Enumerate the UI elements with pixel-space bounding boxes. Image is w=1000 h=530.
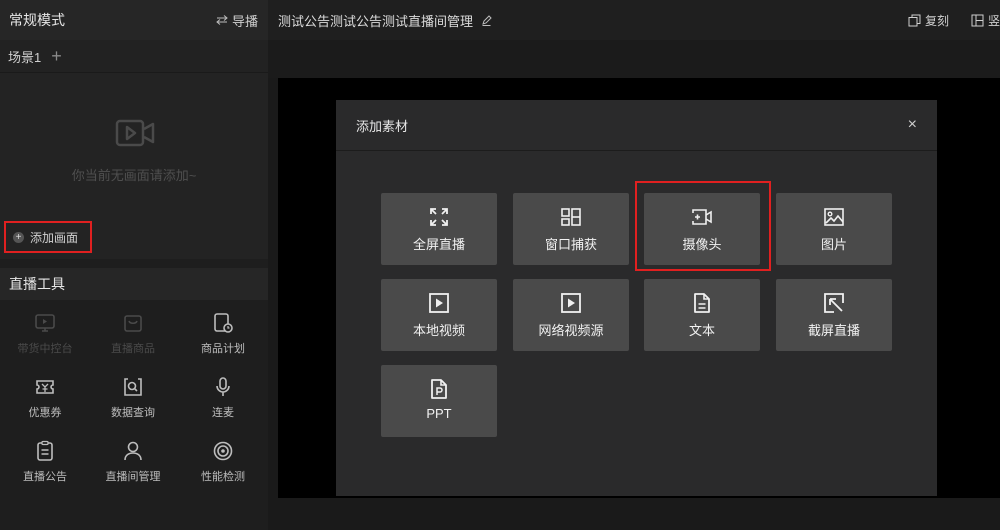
microphone-icon [216,377,230,396]
material-screenshot-live[interactable]: 截屏直播 [776,279,892,351]
material-window-capture[interactable]: 窗口捕获 [513,193,629,265]
tool-label: 直播公告 [23,471,67,483]
dialog-header: 添加素材 × [336,100,937,151]
material-image[interactable]: 图片 [776,193,892,265]
local-video-icon [429,293,449,313]
tool-data-query[interactable]: 数据查询 [88,370,178,428]
copy-label: 复刻 [925,14,950,28]
material-text[interactable]: 文本 [644,279,760,351]
vertical-button[interactable]: 竖 [971,12,1000,29]
video-placeholder-icon [115,119,155,147]
add-material-dialog: 添加素材 × 全屏直播 窗口捕获 摄像头 图片 本地视频 网络视频源 文本 截屏… [336,100,937,496]
swap-icon [216,15,228,25]
material-label: 文本 [688,323,715,338]
coupon-icon [36,380,54,394]
tool-live-notice[interactable]: 直播公告 [0,434,90,492]
scene-tab-1[interactable]: 场景1 [8,47,41,66]
material-label: 全屏直播 [412,237,465,252]
material-label: 图片 [820,237,847,252]
tool-coupon[interactable]: 优惠券 [0,370,90,428]
plan-icon [214,313,233,333]
copy-button[interactable]: 复刻 [908,12,949,29]
scene-canvas-list: 你当前无画面请添加~ + 添加画面 [0,73,268,259]
tool-control-console[interactable]: 带货中控台 [0,306,90,364]
user-icon [124,441,142,461]
left-panel: 常规模式 导播 场景1 + 你当前无画面请添加~ + 添加画面 直播工具 带货中… [0,0,268,530]
guide-label: 导播 [231,13,258,29]
edit-pencil-icon[interactable] [481,14,492,26]
empty-state-text: 你当前无画面请添加~ [71,168,197,183]
tool-label: 带货中控台 [17,343,73,355]
tool-live-products[interactable]: 直播商品 [88,306,178,364]
dialog-title: 添加素材 [356,118,409,134]
material-camera[interactable]: 摄像头 [644,193,760,265]
add-canvas-label: 添加画面 [30,230,79,245]
vertical-label: 竖 [988,14,1000,28]
material-ppt[interactable]: PPT [381,365,497,437]
mode-title: 常规模式 [9,12,65,28]
tool-label: 性能检测 [201,471,245,483]
tool-product-plan[interactable]: 商品计划 [178,306,268,364]
material-local-video[interactable]: 本地视频 [381,279,497,351]
tool-performance[interactable]: 性能检测 [178,434,268,492]
material-label: 窗口捕获 [544,237,597,252]
top-header: 测试公告测试公告测试直播间管理 复刻 竖 [268,0,1000,40]
material-label: 网络视频源 [538,323,604,338]
layout-icon [971,14,984,27]
performance-icon [213,441,233,461]
material-fullscreen-live[interactable]: 全屏直播 [381,193,497,265]
mode-header: 常规模式 导播 [0,0,268,40]
network-video-icon [561,293,581,313]
notice-icon [37,440,53,461]
camera-icon [692,209,712,225]
tool-label: 直播间管理 [105,471,161,483]
add-circle-icon: + [13,231,24,243]
material-label: 截屏直播 [807,323,860,338]
tool-label: 连麦 [212,407,234,419]
screenshot-icon [824,293,844,313]
monitor-icon [35,314,55,332]
material-network-video[interactable]: 网络视频源 [513,279,629,351]
tool-room-manage[interactable]: 直播间管理 [88,434,178,492]
canvas-toolbar [268,40,1000,78]
tool-co-host[interactable]: 连麦 [178,370,268,428]
add-canvas-button[interactable]: + 添加画面 [4,221,92,253]
material-label: 本地视频 [412,323,465,338]
tool-label: 商品计划 [201,343,245,355]
room-title: 测试公告测试公告测试直播间管理 [278,11,492,30]
bag-icon [124,315,142,332]
room-title-text: 测试公告测试公告测试直播间管理 [278,13,474,29]
material-label: PPT [426,406,452,421]
tool-label: 优惠券 [28,407,62,419]
copy-icon [908,14,921,27]
search-data-icon [124,378,142,396]
close-icon[interactable]: × [908,116,917,134]
tools-title: 直播工具 [0,268,268,300]
text-icon [694,293,710,313]
fullscreen-icon [430,208,448,226]
ppt-icon [431,379,447,399]
guide-button[interactable]: 导播 [216,11,258,30]
window-capture-icon [561,208,581,226]
tool-label: 直播商品 [111,343,155,355]
tool-label: 数据查询 [111,407,155,419]
image-icon [824,208,844,226]
material-label: 摄像头 [682,237,722,252]
add-scene-button[interactable]: + [51,47,62,65]
scene-bar: 场景1 + [0,40,268,73]
